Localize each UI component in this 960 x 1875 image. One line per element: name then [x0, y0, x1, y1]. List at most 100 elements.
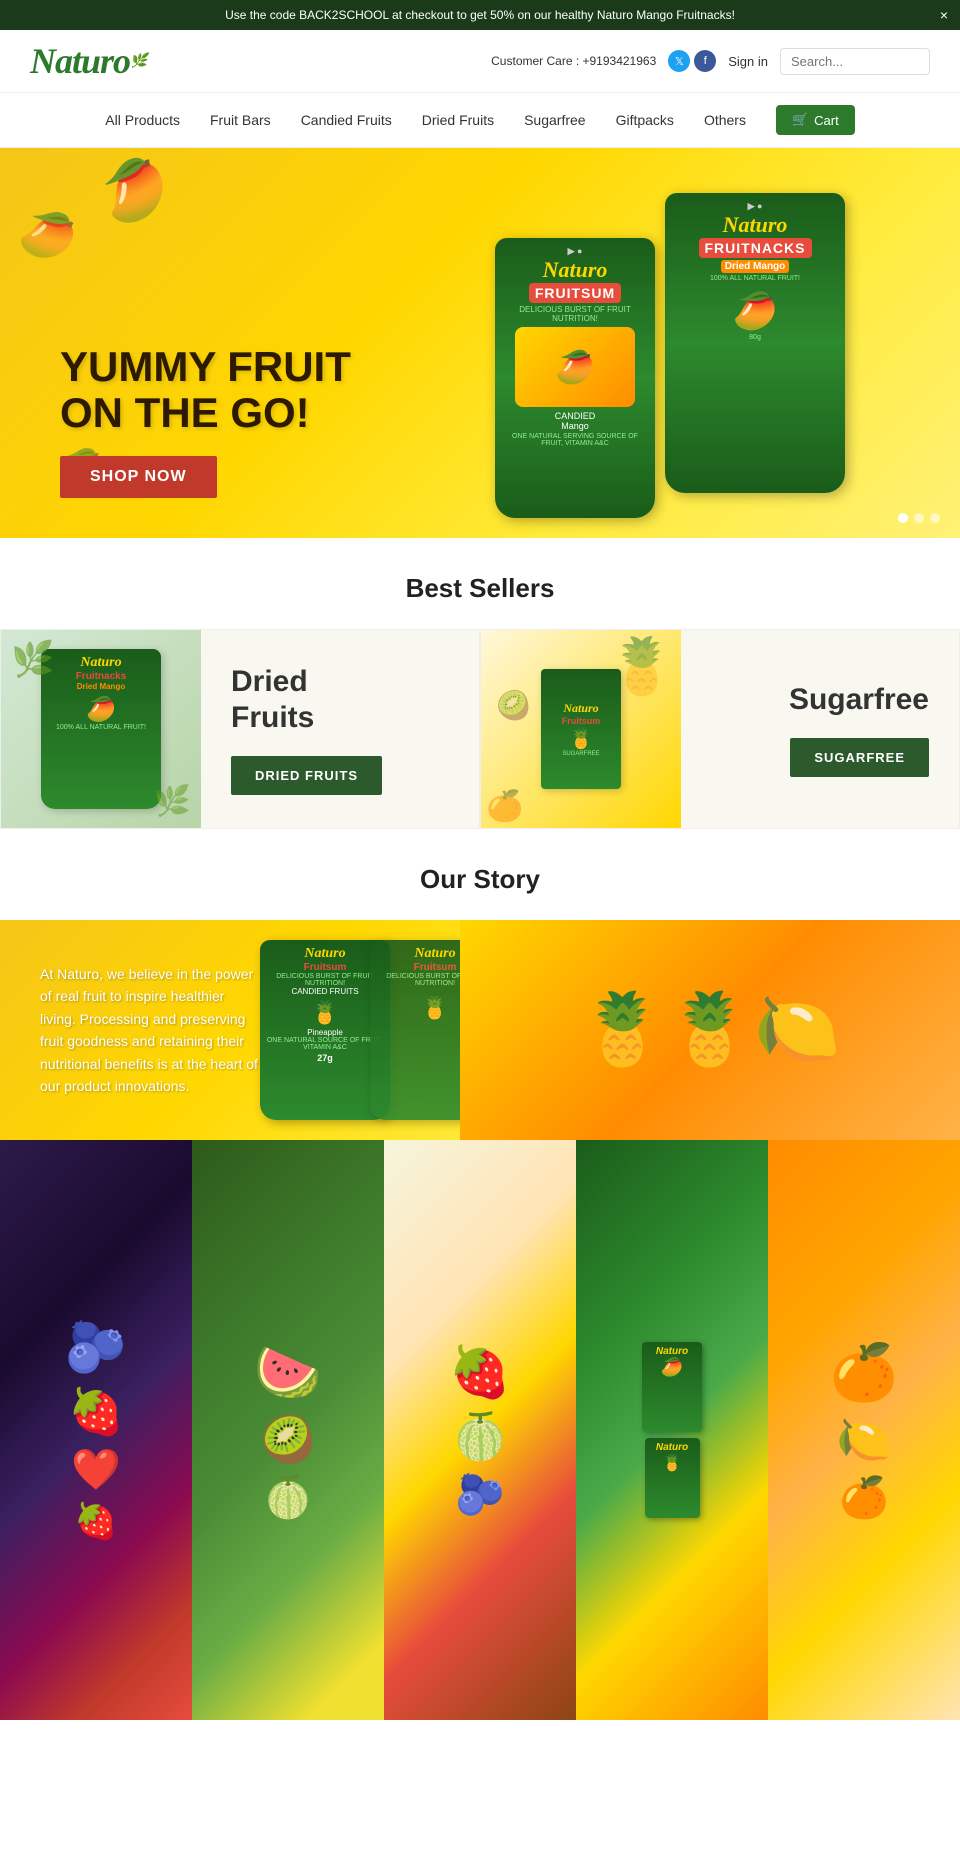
product-mini-fruit-1: 🥭 — [86, 695, 116, 724]
tropical-content: 🍉 🥝 🍈 — [254, 1340, 322, 1521]
fruitnacks-weight: 80g — [749, 334, 761, 341]
story-fruits-bg: 🍍🍍🍋 — [460, 920, 960, 1140]
nav-all-products[interactable]: All Products — [105, 112, 180, 128]
nav-others[interactable]: Others — [704, 112, 746, 128]
grid-cell-tropical: 🍉 🥝 🍈 — [192, 1140, 384, 1720]
nav-giftpacks[interactable]: Giftpacks — [616, 112, 674, 128]
products-content: Naturo 🥭 Naturo 🍍 — [642, 1342, 702, 1518]
mixed-fruit-3-icon: 🫐 — [455, 1471, 505, 1518]
nav-sugarfree[interactable]: Sugarfree — [524, 112, 585, 128]
cart-icon: 🛒 — [792, 112, 808, 128]
header: Naturo 🌿 Customer Care : +9193421963 𝕏 f… — [0, 30, 960, 93]
our-story-title: Our Story — [0, 829, 960, 920]
tropical-bg: 🍉 🥝 🍈 — [192, 1140, 384, 1720]
citrus-content: 🍊 🍋 🍊 — [830, 1340, 898, 1521]
hero-dot-3[interactable] — [930, 513, 940, 523]
nav-fruit-bars[interactable]: Fruit Bars — [210, 112, 271, 128]
product-brand-s1: Naturo — [656, 1346, 688, 1357]
product-stack-1: Naturo 🥭 — [642, 1342, 702, 1432]
fruitnacks-brand: Naturo — [723, 212, 788, 238]
story-bag-name-1: Fruitsum — [304, 962, 347, 973]
dried-fruits-card: 🌿 🌿 Naturo Fruitnacks Dried Mango 🥭 100%… — [0, 629, 480, 829]
leaf-deco-1: 🌿 — [11, 639, 55, 680]
facebook-icon[interactable]: f — [694, 50, 716, 72]
story-bag-weight: 27g — [317, 1053, 333, 1063]
logo[interactable]: Naturo 🌿 — [30, 40, 146, 82]
sugarfree-image: 🍍 🍊 🥝 Naturo Fruitsum 🍍 SUGARFREE — [481, 629, 681, 829]
top-banner-text: Use the code BACK2SCHOOL at checkout to … — [225, 8, 735, 22]
mixed-bg: 🍓 🍈 🫐 — [384, 1140, 576, 1720]
best-sellers-title: Best Sellers — [0, 538, 960, 629]
fruitnacks-sub: 100% ALL NATURAL FRUIT! — [710, 275, 800, 282]
fruitsum-brand: Naturo — [543, 257, 608, 283]
hero-text-area: YUMMY FRUITON THE GO! SHOP NOW — [60, 344, 351, 498]
fruit-deco-1: 🍊 — [486, 789, 523, 824]
mango-deco-2: 🥭 — [14, 202, 82, 268]
product-box-type: SUGARFREE — [562, 751, 599, 757]
fruitnacks-bag-inner: ▶ ● Naturo Fruitnacks Dried Mango 100% A… — [665, 193, 845, 493]
image-grid: 🫐 🍓 ❤️ 🍓 🍉 🥝 🍈 🍓 🍈 🫐 — [0, 1140, 960, 1720]
sugarfree-title: Sugarfree — [789, 682, 929, 718]
cart-button[interactable]: 🛒 Cart — [776, 105, 855, 135]
berries-content: 🫐 🍓 ❤️ 🍓 — [65, 1318, 127, 1542]
story-bag-sub-1: DELICIOUS BURST OF FRUIT NUTRITION! — [266, 973, 384, 987]
grid-cell-mixed: 🍓 🍈 🫐 — [384, 1140, 576, 1720]
nav-dried-fruits[interactable]: Dried Fruits — [422, 112, 494, 128]
logo-text: Naturo — [30, 40, 130, 82]
best-sellers-section: Best Sellers 🌿 🌿 Naturo Fruitnacks Dried… — [0, 538, 960, 829]
hero-tagline: YUMMY FRUITON THE GO! — [60, 344, 351, 436]
signin-link[interactable]: Sign in — [728, 54, 768, 69]
kiwi-icon: 🥝 — [260, 1413, 316, 1466]
blueberry-icon: 🫐 — [65, 1318, 127, 1377]
lemon-icon: 🍋 — [836, 1413, 892, 1466]
hero-banner: 🥭 🥭 🥭 YUMMY FRUITON THE GO! SHOP NOW ▶ ●… — [0, 148, 960, 538]
fruitsum-name: Fruitsum — [529, 283, 621, 303]
product-box-fruit: 🍍 — [569, 726, 594, 751]
sugarfree-product: Naturo Fruitsum 🍍 SUGARFREE — [541, 669, 621, 789]
product-mini-type-1: Dried Mango — [77, 682, 125, 691]
story-bag-brand-1: Naturo — [304, 946, 345, 962]
fruit-deco-2: 🥝 — [496, 689, 531, 722]
close-banner-button[interactable]: × — [940, 7, 948, 23]
dried-fruits-title: DriedFruits — [231, 664, 314, 736]
story-bag-details: ONE NATURAL SOURCE OF FRUIT, VITAMIN A&C — [266, 1037, 384, 1051]
dried-fruits-button[interactable]: DRIED FRUITS — [231, 756, 382, 795]
dried-fruits-content: DriedFruits DRIED FRUITS — [201, 644, 479, 815]
customer-care: Customer Care : +9193421963 — [491, 54, 656, 68]
story-bag-type-1: CANDIED FRUITS — [291, 987, 358, 996]
bestsellers-grid: 🌿 🌿 Naturo Fruitnacks Dried Mango 🥭 100%… — [0, 629, 960, 829]
grid-cell-products: Naturo 🥭 Naturo 🍍 — [576, 1140, 768, 1720]
fruitsum-bag: ▶ ● Naturo Fruitsum DELICIOUS BURST OF F… — [495, 218, 655, 498]
twitter-icon[interactable]: 𝕏 — [668, 50, 690, 72]
product-icon-s1: 🥭 — [661, 1357, 683, 1378]
fruitsum-bag-inner: ▶ ● Naturo Fruitsum DELICIOUS BURST OF F… — [495, 238, 655, 518]
hero-dot-2[interactable] — [914, 513, 924, 523]
fruitnacks-type: Dried Mango — [721, 260, 790, 273]
fruitsum-type: CANDIEDMango — [555, 411, 596, 431]
story-bag-name-2: Fruitsum — [414, 962, 457, 973]
hero-products: ▶ ● Naturo Fruitsum DELICIOUS BURST OF F… — [380, 148, 960, 538]
fruitsum-fruit-img: 🥭 — [515, 327, 635, 407]
nav-candied-fruits[interactable]: Candied Fruits — [301, 112, 392, 128]
leaf-deco-2: 🌿 — [154, 784, 191, 819]
search-input[interactable] — [780, 48, 930, 75]
mixed-fruit-2-icon: 🍈 — [452, 1410, 508, 1463]
hero-dot-1[interactable] — [898, 513, 908, 523]
fruitnacks-bag: ▶ ● Naturo Fruitnacks Dried Mango 100% A… — [665, 193, 845, 493]
sugarfree-content: Sugarfree SUGARFREE — [681, 662, 959, 797]
story-bag-fruit-1: 🍍 — [311, 1000, 338, 1026]
sugarfree-card: 🍍 🍊 🥝 Naturo Fruitsum 🍍 SUGARFREE Sugarf… — [480, 629, 960, 829]
top-banner: Use the code BACK2SCHOOL at checkout to … — [0, 0, 960, 30]
shop-now-button[interactable]: SHOP NOW — [60, 456, 217, 498]
products-bg: Naturo 🥭 Naturo 🍍 — [576, 1140, 768, 1720]
product-mini-text-1: 100% ALL NATURAL FRUIT! — [56, 724, 146, 731]
product-stack-2: Naturo 🍍 — [645, 1438, 700, 1518]
mango-deco-1: 🥭 — [89, 148, 179, 234]
sugarfree-button[interactable]: SUGARFREE — [790, 738, 929, 777]
dried-fruits-image: 🌿 🌿 Naturo Fruitnacks Dried Mango 🥭 100%… — [1, 629, 201, 829]
logo-leaf-icon: 🌿 — [130, 53, 146, 70]
bag-label-1: ▶ ● — [568, 246, 583, 257]
strawberry-icon: 🍓 — [68, 1385, 124, 1438]
fruitnacks-name: Fruitnacks — [699, 238, 812, 258]
product-mini-brand-1: Naturo — [80, 655, 121, 671]
